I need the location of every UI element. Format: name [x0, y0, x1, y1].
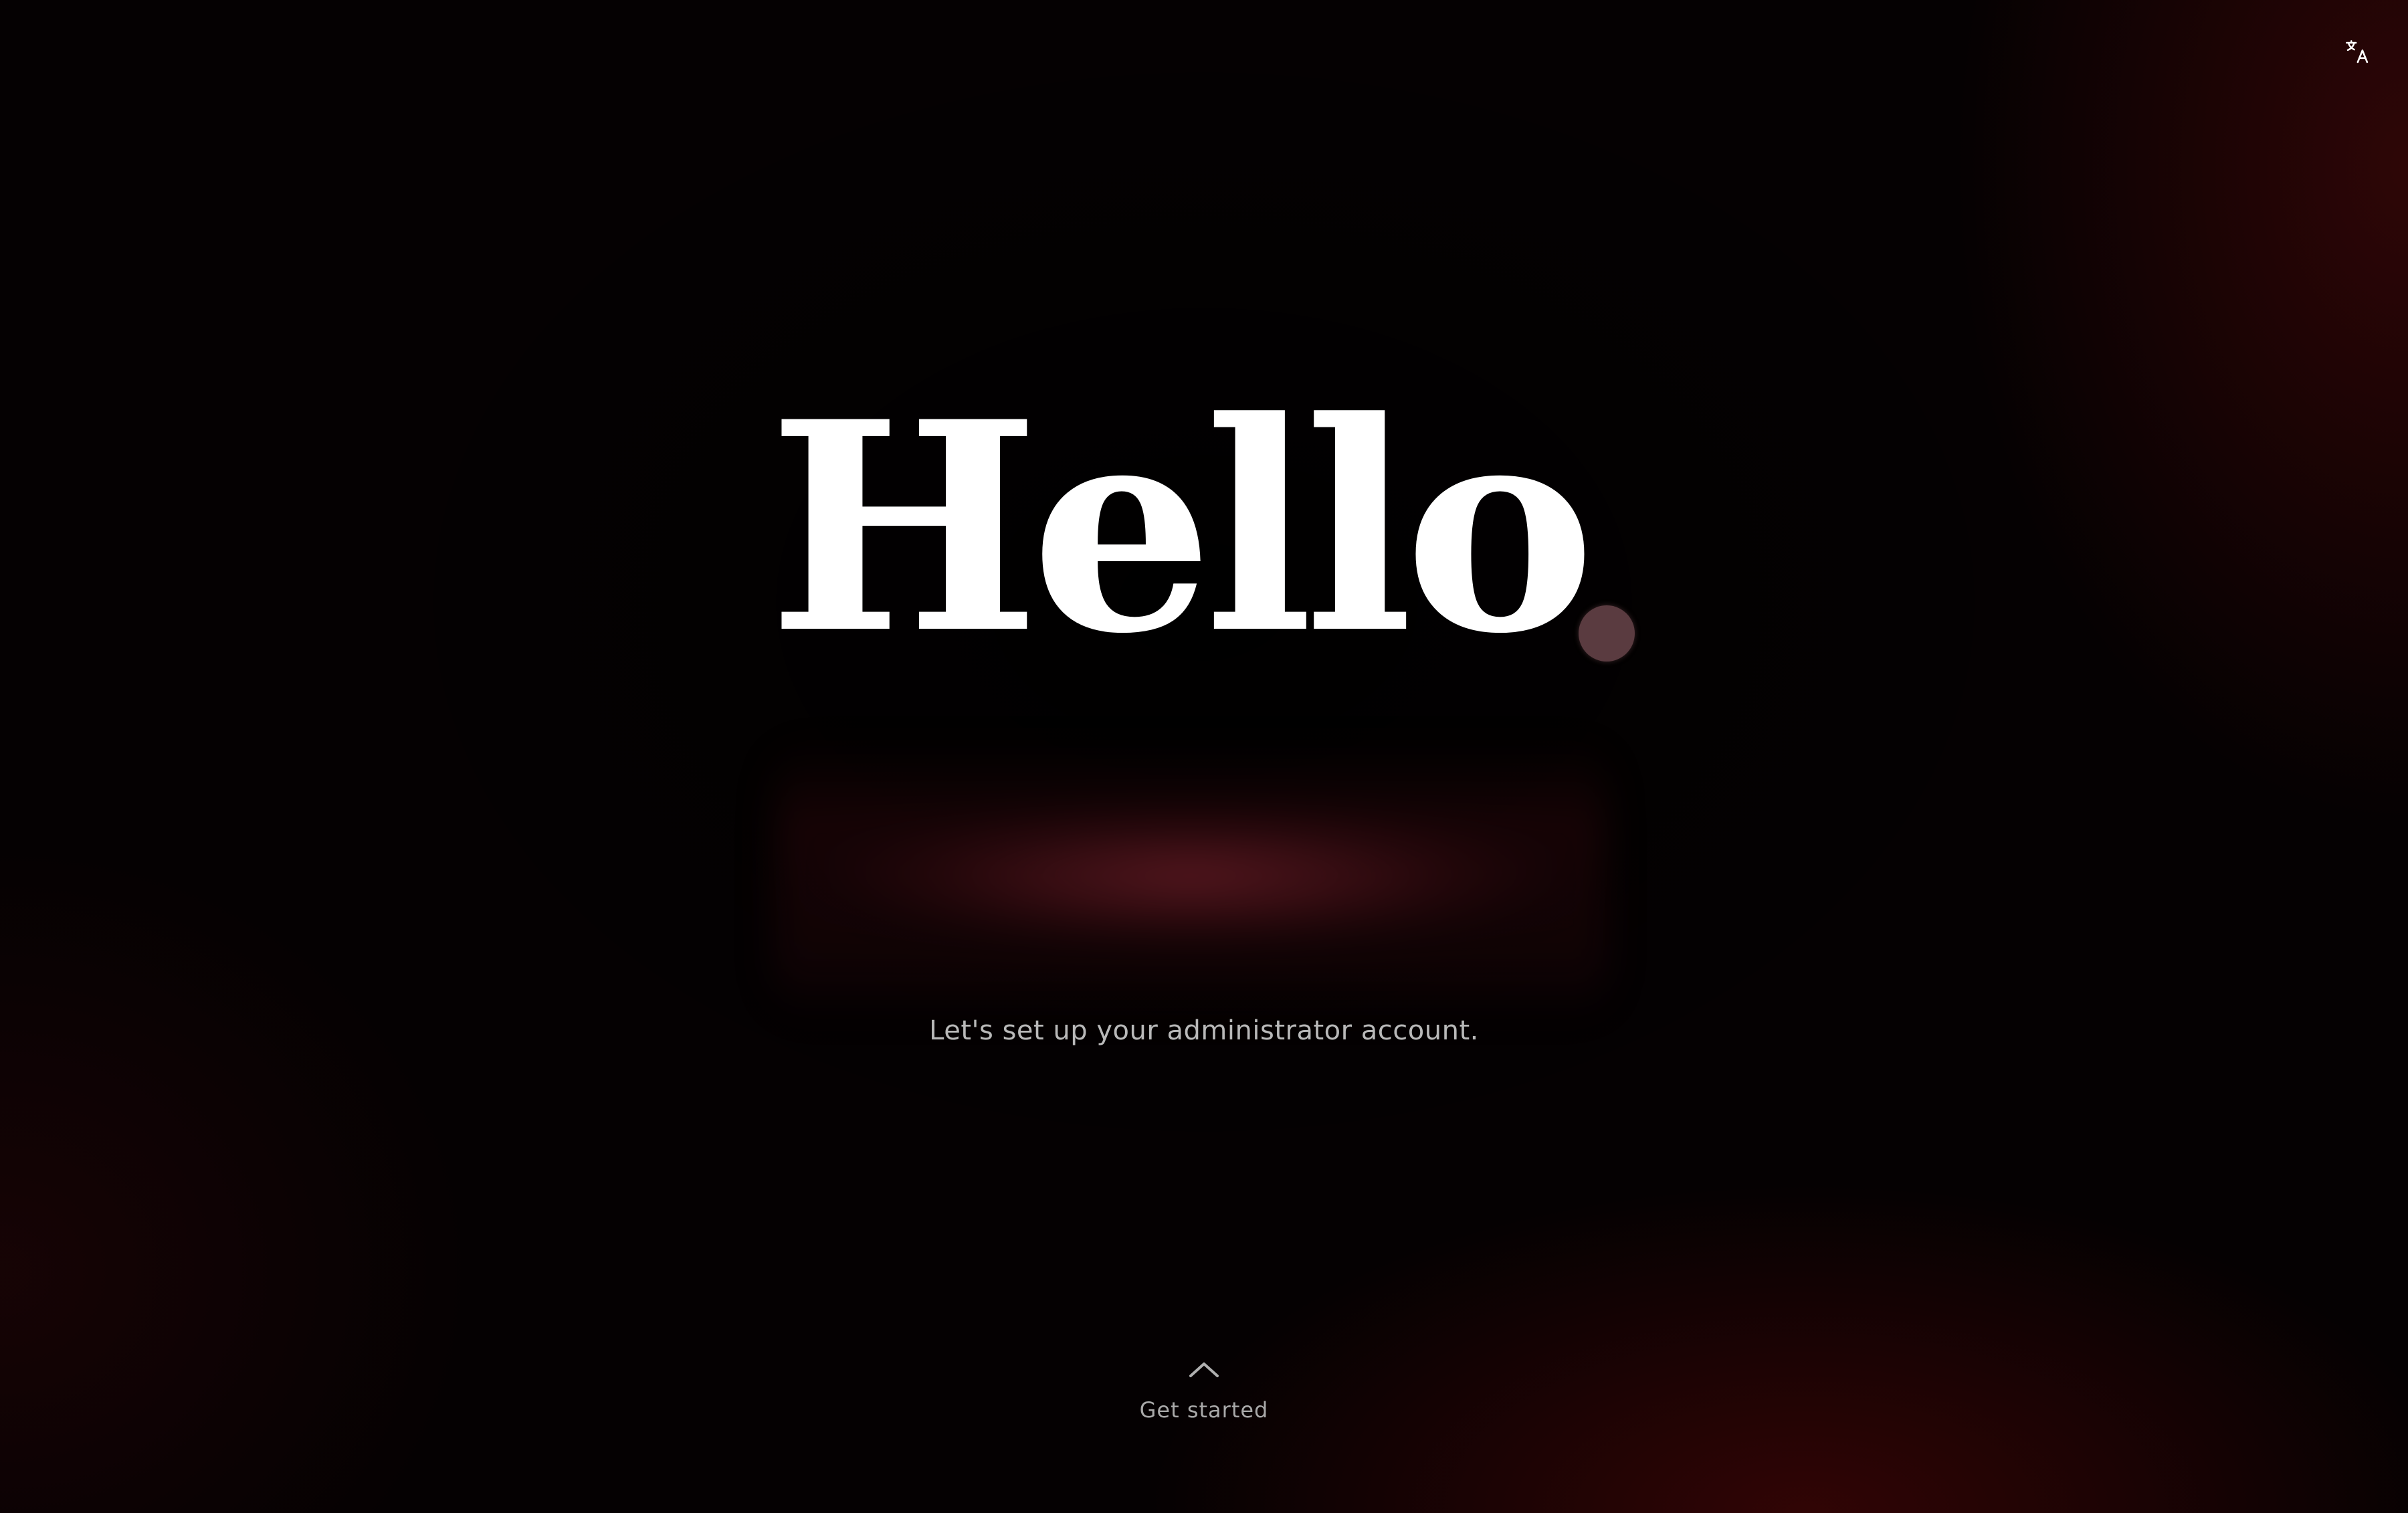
get-started-label: Get started — [1139, 1397, 1269, 1423]
blurred-reflection — [776, 742, 1605, 1017]
hello-heading-text: Hello — [768, 359, 1595, 697]
get-started-button[interactable]: Get started — [1104, 1358, 1304, 1451]
chevron-up-icon — [1187, 1358, 1221, 1384]
translate-icon — [2346, 40, 2369, 64]
setup-subtitle: Let's set up your administrator account. — [929, 1015, 1479, 1046]
hello-heading: Hello — [0, 381, 2408, 676]
hello-dot — [1579, 605, 1635, 662]
language-button[interactable] — [2337, 32, 2377, 72]
setup-screen: Hello Let's set up your administrator ac… — [0, 0, 2408, 1513]
